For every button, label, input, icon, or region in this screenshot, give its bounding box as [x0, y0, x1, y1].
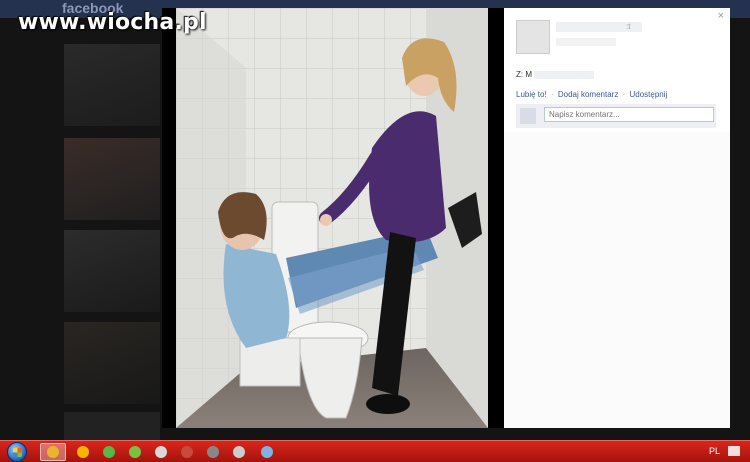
- separator: ·: [550, 90, 554, 99]
- sun-icon: [77, 446, 89, 458]
- like-link[interactable]: Lubię to!: [516, 90, 547, 99]
- owner-subtitle: [556, 38, 616, 46]
- add-comment-link[interactable]: Dodaj komentarz: [558, 90, 618, 99]
- photo-image: [176, 8, 488, 428]
- utorrent-icon: [103, 446, 115, 458]
- taskbar-item[interactable]: [40, 443, 66, 461]
- picture-icon: [261, 446, 273, 458]
- tagged-with-prefix: Z:: [516, 70, 524, 79]
- taskbar-item[interactable]: [200, 443, 226, 461]
- background-thumbnail[interactable]: [64, 230, 160, 312]
- gadu-icon: [129, 446, 141, 458]
- avatar[interactable]: [516, 20, 550, 54]
- panel-empty-area: [504, 132, 730, 428]
- windows-logo-icon: [7, 442, 27, 462]
- tool-icon: [207, 446, 219, 458]
- close-icon[interactable]: ×: [718, 10, 724, 22]
- taskbar: PL: [0, 440, 750, 462]
- taskbar-item[interactable]: [70, 443, 96, 461]
- background-thumbnail[interactable]: [64, 412, 160, 440]
- game-icon: [181, 446, 193, 458]
- taskbar-item[interactable]: [96, 443, 122, 461]
- tagged-person-name[interactable]: [534, 70, 595, 79]
- photo-info-panel: × :t Z: M Lubię to! · Dodaj komentarz · …: [504, 8, 730, 428]
- background-thumbnail[interactable]: [64, 44, 160, 126]
- pen-icon: [233, 446, 245, 458]
- photo[interactable]: [176, 8, 488, 428]
- taskbar-item[interactable]: [226, 443, 252, 461]
- taskbar-item[interactable]: [148, 443, 174, 461]
- taskbar-item[interactable]: [254, 443, 280, 461]
- tray-icon[interactable]: [728, 446, 740, 456]
- tagged-person-initial[interactable]: M: [525, 70, 532, 79]
- chrome-icon: [47, 446, 59, 458]
- taskbar-item[interactable]: [122, 443, 148, 461]
- language-indicator[interactable]: PL: [709, 446, 720, 456]
- background-thumbnail[interactable]: [64, 138, 160, 220]
- tagged-with: Z: M: [516, 70, 595, 79]
- taskbar-item[interactable]: [174, 443, 200, 461]
- media-icon: [155, 446, 167, 458]
- start-button[interactable]: [2, 441, 32, 462]
- separator: ·: [622, 90, 626, 99]
- photo-actions: Lubię to! · Dodaj komentarz · Udostępnij: [516, 90, 667, 99]
- comment-box: [516, 104, 716, 128]
- background-thumbnail[interactable]: [64, 322, 160, 404]
- comment-input[interactable]: [544, 107, 714, 122]
- owner-name-tail: :t: [626, 22, 631, 31]
- photo-lightbox: × :t Z: M Lubię to! · Dodaj komentarz · …: [162, 8, 730, 428]
- share-link[interactable]: Udostępnij: [629, 90, 667, 99]
- avatar: [520, 108, 536, 124]
- watermark: www.wiocha.pl: [18, 10, 207, 35]
